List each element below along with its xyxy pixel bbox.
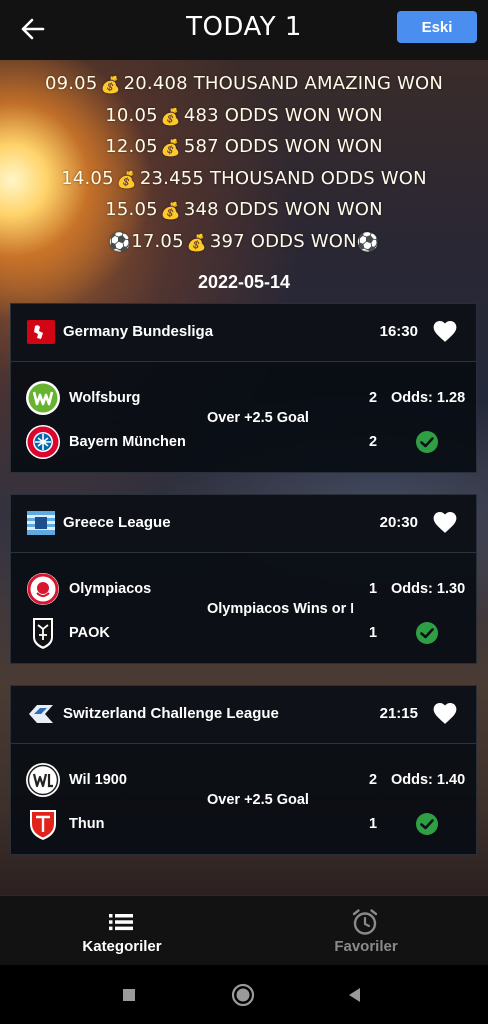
home-score: 2	[369, 390, 378, 406]
back-triangle-icon[interactable]	[343, 983, 367, 1007]
list-icon	[109, 914, 133, 931]
home-score: 2	[369, 772, 378, 788]
result-date: 17.05	[131, 230, 184, 252]
match-time: 21:15	[379, 705, 418, 722]
home-team-name: Wolfsburg	[69, 390, 141, 406]
system-navigation-bar	[0, 965, 488, 1024]
olympiacos-logo-icon	[27, 573, 59, 605]
result-text: 397 ODDS WON	[209, 230, 357, 252]
bottom-navigation: Kategoriler Favoriler	[0, 895, 488, 965]
wolfsburg-logo-icon	[26, 381, 60, 415]
match-time: 16:30	[379, 323, 418, 340]
result-date: 12.05	[105, 136, 158, 157]
heart-icon[interactable]	[432, 510, 458, 534]
odds-value: Odds: 1.28	[391, 390, 466, 406]
result-text: 20.408 THOUSAND AMAZING WON	[123, 73, 444, 94]
match-card[interactable]: Greece League 20:30 Olympiacos 1 Odds: 1…	[10, 494, 477, 664]
soccer-ball-icon: ⚽	[356, 231, 380, 253]
nav-favorites-label: Favoriler	[334, 938, 398, 955]
wil-logo-icon	[26, 763, 60, 797]
heart-icon[interactable]	[432, 701, 458, 725]
soccer-ball-icon: ⚽	[108, 231, 132, 253]
nav-categories[interactable]: Kategoriler	[0, 896, 244, 966]
result-date: 09.05	[44, 73, 98, 94]
result-line: 15.05 💰 348 ODDS WON WON	[0, 194, 488, 226]
away-team-row: Bayern München 2	[11, 424, 476, 460]
home-team-name: Olympiacos	[69, 581, 152, 597]
nav-categories-label: Kategoriler	[82, 938, 162, 955]
check-circle-icon	[416, 622, 438, 644]
away-team-row: PAOK 1	[11, 615, 476, 651]
away-score: 1	[369, 625, 378, 641]
match-card-header: Switzerland Challenge League 21:15	[11, 686, 476, 744]
result-text: 23.455 THOUSAND ODDS WON	[139, 167, 427, 189]
away-team-name: Thun	[69, 816, 105, 832]
greece-league-logo-icon	[27, 511, 55, 535]
money-bag-icon: 💰	[160, 106, 181, 126]
away-team-row: Thun 1	[11, 806, 476, 842]
heart-icon[interactable]	[432, 319, 458, 343]
money-bag-icon: 💰	[160, 201, 181, 220]
odds-value: Odds: 1.40	[391, 772, 466, 788]
league-name: Switzerland Challenge League	[63, 705, 279, 722]
away-team-name: PAOK	[69, 625, 110, 641]
recents-icon[interactable]	[117, 983, 141, 1007]
result-text: 587 ODDS WON WON	[183, 136, 383, 157]
result-line: 12.05 💰 587 ODDS WON WON	[0, 131, 488, 163]
result-line: 10.05 💰 483 ODDS WON WON	[0, 100, 488, 132]
result-line: 09.05 💰 20.408 THOUSAND AMAZING WON	[0, 68, 488, 100]
check-circle-icon	[416, 813, 438, 835]
paok-logo-icon	[33, 618, 53, 649]
old-tips-button[interactable]: Eski	[397, 11, 477, 43]
check-circle-icon	[416, 431, 438, 453]
money-bag-icon: 💰	[116, 169, 137, 189]
nav-favorites[interactable]: Favoriler	[244, 896, 488, 966]
away-team-name: Bayern München	[69, 434, 186, 450]
app-bar: TODAY 1 Eski	[0, 0, 488, 60]
league-name: Greece League	[63, 514, 171, 531]
result-date: 15.05	[105, 199, 158, 220]
match-card[interactable]: Switzerland Challenge League 21:15 Wil 1…	[10, 685, 477, 855]
money-bag-icon: 💰	[100, 75, 121, 94]
odds-value: Odds: 1.30	[391, 581, 466, 597]
main-content[interactable]: 09.05 💰 20.408 THOUSAND AMAZING WON 10.05 💰…	[0, 60, 488, 895]
money-bag-icon: 💰	[186, 232, 207, 252]
alarm-clock-icon	[352, 909, 378, 935]
result-date: 14.05	[61, 167, 114, 189]
home-score: 1	[369, 581, 378, 597]
home-team-name: Wil 1900	[69, 772, 127, 788]
thun-logo-icon	[30, 810, 56, 840]
swiss-league-logo-icon	[27, 702, 55, 726]
away-score: 2	[369, 434, 378, 450]
result-line: ⚽17.05 💰 397 ODDS WON⚽	[0, 226, 488, 258]
bayern-logo-icon	[26, 425, 60, 459]
result-text: 348 ODDS WON WON	[183, 199, 383, 220]
date-header: 2022-05-14	[197, 272, 291, 292]
result-line: 14.05 💰 23.455 THOUSAND ODDS WON	[0, 163, 488, 195]
match-card[interactable]: Germany Bundesliga 16:30 Wolfsburg 2 Odd…	[10, 303, 477, 473]
results-banner: 09.05 💰 20.408 THOUSAND AMAZING WON 10.05 💰…	[0, 68, 488, 257]
league-name: Germany Bundesliga	[63, 323, 214, 340]
match-time: 20:30	[379, 514, 418, 531]
away-score: 1	[369, 816, 378, 832]
money-bag-icon: 💰	[160, 138, 181, 157]
result-date: 10.05	[105, 104, 158, 126]
match-card-header: Greece League 20:30	[11, 495, 476, 553]
home-circle-icon[interactable]	[231, 983, 255, 1007]
result-text: 483 ODDS WON WON	[183, 104, 383, 126]
match-card-header: Germany Bundesliga 16:30	[11, 304, 476, 362]
bundesliga-logo-icon	[27, 320, 55, 344]
